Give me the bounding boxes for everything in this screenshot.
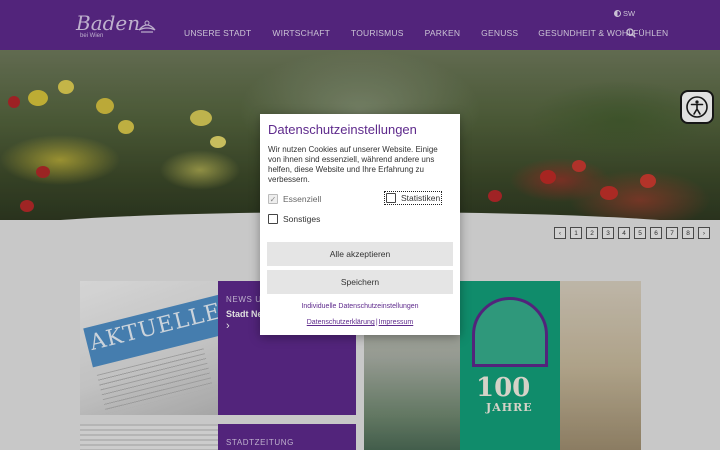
privacy-policy-link[interactable]: Datenschutzerklärung bbox=[307, 319, 375, 326]
dialog-title: Datenschutzeinstellungen bbox=[268, 122, 417, 137]
individual-settings-link[interactable]: Individuelle Datenschutzeinstellungen bbox=[260, 303, 460, 310]
imprint-link[interactable]: Impressum bbox=[379, 319, 414, 326]
footer-links: Datenschutzerklärung|Impressum bbox=[260, 319, 460, 326]
sonstiges-label: Sonstiges bbox=[283, 214, 321, 224]
dialog-description: Wir nutzen Cookies auf unserer Website. … bbox=[268, 145, 438, 184]
essenziell-checkbox: ✓ bbox=[268, 194, 278, 204]
sonstiges-checkbox[interactable] bbox=[268, 214, 278, 224]
essenziell-label: Essenziell bbox=[283, 194, 322, 204]
option-statistiken[interactable]: Statistiken bbox=[383, 191, 443, 205]
accept-all-button[interactable]: Alle akzeptieren bbox=[267, 242, 453, 266]
save-button[interactable]: Speichern bbox=[267, 270, 453, 294]
statistiken-label: Statistiken bbox=[401, 193, 441, 203]
privacy-consent-dialog: Datenschutzeinstellungen Wir nutzen Cook… bbox=[260, 114, 460, 335]
option-sonstiges[interactable]: Sonstiges bbox=[268, 212, 452, 226]
statistiken-checkbox[interactable] bbox=[386, 193, 396, 203]
link-separator: | bbox=[375, 319, 378, 326]
